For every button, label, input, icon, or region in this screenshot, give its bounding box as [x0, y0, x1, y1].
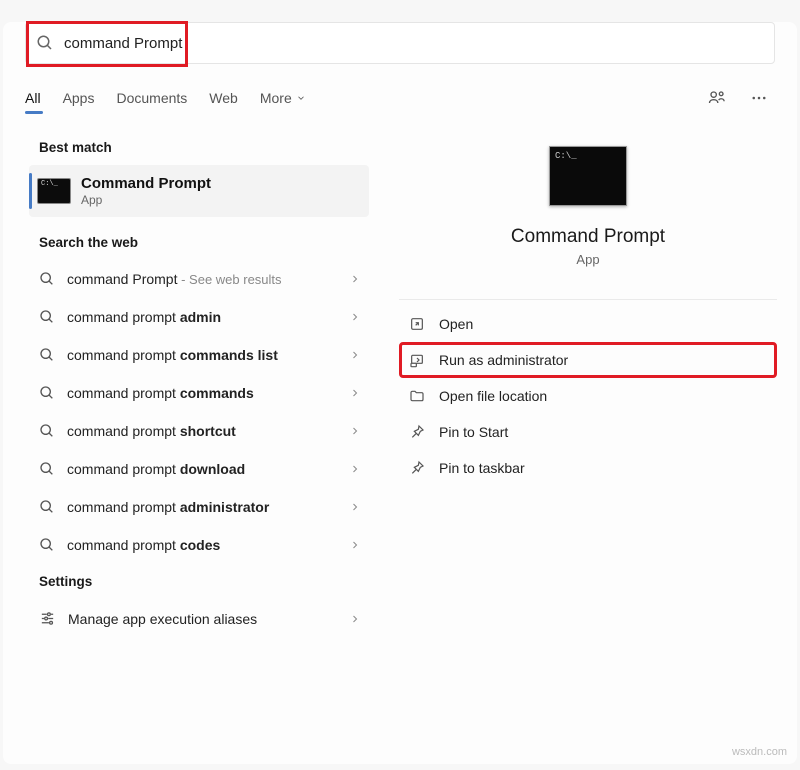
search-window: All Apps Documents Web More Best match C… [3, 22, 797, 764]
web-result-text: command prompt download [67, 461, 337, 477]
search-input[interactable] [64, 35, 764, 52]
web-result[interactable]: command prompt administrator [25, 488, 373, 526]
web-result-text: command prompt shortcut [67, 423, 337, 439]
list-settings-icon [39, 610, 56, 627]
search-icon [39, 385, 55, 401]
search-icon [39, 423, 55, 439]
tab-more[interactable]: More [260, 84, 306, 112]
chevron-down-icon [296, 93, 306, 103]
web-result[interactable]: command prompt admin [25, 298, 373, 336]
chevron-right-icon [349, 311, 361, 323]
action-run-as-administrator[interactable]: Run as administrator [399, 342, 777, 378]
action-label: Open file location [439, 388, 547, 404]
open-icon [409, 316, 425, 332]
ellipsis-icon [750, 89, 768, 107]
web-result-text: command prompt admin [67, 309, 337, 325]
action-pin-to-taskbar[interactable]: Pin to taskbar [399, 450, 777, 486]
chevron-right-icon [349, 463, 361, 475]
results-panel: Best match C:\_ Command Prompt App Searc… [3, 130, 381, 746]
action-label: Open [439, 316, 473, 332]
person-icon [707, 88, 727, 108]
search-icon [39, 537, 55, 553]
chevron-right-icon [349, 425, 361, 437]
chevron-right-icon [349, 539, 361, 551]
web-result-text: command prompt commands list [67, 347, 337, 363]
best-match-title: Command Prompt [81, 175, 211, 192]
web-result[interactable]: command Prompt - See web results [25, 260, 373, 298]
best-match-sub: App [81, 193, 211, 207]
web-result-text: command prompt commands [67, 385, 337, 401]
preview-title: Command Prompt [511, 226, 665, 248]
search-icon [39, 461, 55, 477]
web-result-text: command prompt administrator [67, 499, 337, 515]
chevron-right-icon [349, 273, 361, 285]
chevron-right-icon [349, 349, 361, 361]
search-bar[interactable] [25, 22, 775, 64]
filter-tabs: All Apps Documents Web More [25, 82, 775, 114]
action-label: Run as administrator [439, 352, 568, 368]
search-icon [39, 347, 55, 363]
web-result[interactable]: command prompt download [25, 450, 373, 488]
shield-admin-icon [409, 352, 425, 368]
action-label: Pin to Start [439, 424, 508, 440]
pin-icon [409, 460, 425, 476]
settings-result-text: Manage app execution aliases [68, 611, 337, 627]
web-result[interactable]: command prompt commands list [25, 336, 373, 374]
preview-sub: App [576, 252, 599, 267]
best-match-result[interactable]: C:\_ Command Prompt App [29, 165, 369, 217]
account-button[interactable] [701, 82, 733, 114]
preview-panel: C:\_ Command Prompt App Open Run as admin… [381, 130, 797, 746]
tab-documents[interactable]: Documents [116, 84, 187, 112]
tab-apps[interactable]: Apps [63, 84, 95, 112]
web-label: Search the web [39, 235, 373, 250]
search-icon [39, 309, 55, 325]
tab-all[interactable]: All [25, 84, 41, 112]
more-options-button[interactable] [743, 82, 775, 114]
tab-more-label: More [260, 90, 292, 106]
web-result-text: command Prompt - See web results [67, 271, 337, 287]
pin-icon [409, 424, 425, 440]
search-icon [36, 34, 54, 52]
search-icon [39, 499, 55, 515]
settings-label: Settings [39, 574, 373, 589]
web-result[interactable]: command prompt shortcut [25, 412, 373, 450]
folder-icon [409, 388, 425, 404]
web-result-text: command prompt codes [67, 537, 337, 553]
chevron-right-icon [349, 501, 361, 513]
action-open[interactable]: Open [399, 306, 777, 342]
search-icon [39, 271, 55, 287]
command-prompt-icon: C:\_ [37, 178, 71, 204]
chevron-right-icon [349, 613, 361, 625]
command-prompt-icon-large: C:\_ [549, 146, 627, 206]
best-match-label: Best match [39, 140, 373, 155]
web-result[interactable]: command prompt commands [25, 374, 373, 412]
actions-list: Open Run as administrator Open file locati… [399, 299, 777, 486]
action-open-file-location[interactable]: Open file location [399, 378, 777, 414]
action-label: Pin to taskbar [439, 460, 525, 476]
action-pin-to-start[interactable]: Pin to Start [399, 414, 777, 450]
web-result[interactable]: command prompt codes [25, 526, 373, 564]
chevron-right-icon [349, 387, 361, 399]
tab-web[interactable]: Web [209, 84, 238, 112]
settings-result[interactable]: Manage app execution aliases [25, 599, 373, 638]
